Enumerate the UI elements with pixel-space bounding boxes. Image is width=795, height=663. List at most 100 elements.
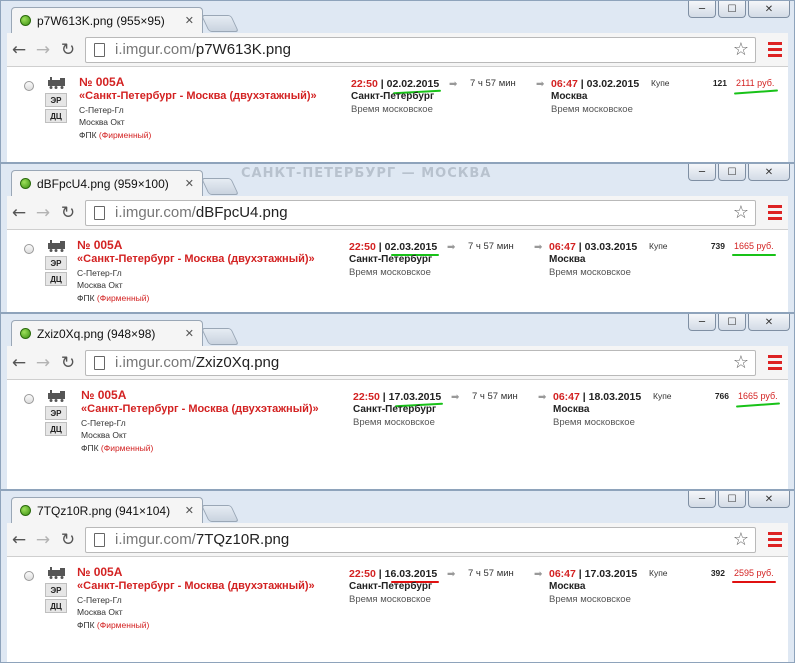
- tab-close-icon[interactable]: ✕: [185, 14, 194, 27]
- departure: 22:50 | 17.03.2015: [353, 391, 442, 403]
- new-tab-button[interactable]: [201, 178, 239, 195]
- departure-date: 02.03.2015: [384, 241, 438, 253]
- arrival-time-zone: Время московское: [553, 417, 635, 428]
- origin-station: С-Петер-Гл: [77, 268, 122, 278]
- url-text[interactable]: i.imgur.com/7TQz10R.png: [115, 531, 733, 548]
- menu-hamburger-icon[interactable]: [762, 205, 788, 220]
- close-button[interactable]: ✕: [748, 491, 790, 508]
- browser-toolbar: ← → ↻ i.imgur.com/7TQz10R.png ☆: [7, 523, 788, 557]
- select-train-radio[interactable]: [24, 81, 34, 91]
- ticket-price[interactable]: 1665 руб.: [738, 391, 778, 401]
- back-arrow-icon[interactable]: ←: [7, 530, 31, 550]
- origin-station: С-Петер-Гл: [79, 105, 124, 115]
- menu-hamburger-icon[interactable]: [762, 42, 788, 57]
- address-bar[interactable]: i.imgur.com/p7W613K.png ☆: [85, 36, 756, 63]
- bookmark-star-icon[interactable]: ☆: [733, 352, 749, 373]
- departure-time-zone: Время московское: [349, 594, 431, 605]
- departure-time-zone: Время московское: [353, 417, 435, 428]
- forward-arrow-icon[interactable]: →: [31, 530, 55, 550]
- maximize-button[interactable]: ☐: [718, 314, 746, 331]
- bookmark-star-icon[interactable]: ☆: [733, 529, 749, 550]
- arrival-date: 03.03.2015: [584, 241, 638, 253]
- page-icon: [94, 355, 105, 370]
- arrow-right-icon: ➡: [538, 392, 547, 403]
- locomotive-icon: [48, 390, 65, 402]
- departure: 22:50 | 02.03.2015: [349, 241, 438, 253]
- close-button[interactable]: ✕: [748, 314, 790, 331]
- arrival: 06:47 | 03.02.2015: [551, 78, 640, 90]
- forward-arrow-icon[interactable]: →: [31, 353, 55, 373]
- url-path: Zxiz0Xq.png: [195, 354, 280, 371]
- url-text[interactable]: i.imgur.com/Zxiz0Xq.png: [115, 354, 733, 371]
- minimize-button[interactable]: ─: [688, 164, 716, 181]
- address-bar[interactable]: i.imgur.com/7TQz10R.png ☆: [85, 526, 756, 553]
- arrival-time-zone: Время московское: [551, 104, 633, 115]
- tab-close-icon[interactable]: ✕: [185, 504, 194, 517]
- select-train-radio[interactable]: [24, 571, 34, 581]
- ticket-price[interactable]: 2111 руб.: [736, 78, 774, 88]
- reload-icon[interactable]: ↻: [55, 353, 81, 373]
- reload-icon[interactable]: ↻: [55, 203, 81, 223]
- new-tab-button[interactable]: [201, 505, 239, 522]
- arrival-city: Москва: [549, 581, 586, 592]
- back-arrow-icon[interactable]: ←: [7, 203, 31, 223]
- select-train-radio[interactable]: [24, 394, 34, 404]
- menu-hamburger-icon[interactable]: [762, 532, 788, 547]
- bookmark-star-icon[interactable]: ☆: [733, 202, 749, 223]
- url-text[interactable]: i.imgur.com/dBFpcU4.png: [115, 204, 733, 221]
- bookmark-star-icon[interactable]: ☆: [733, 39, 749, 60]
- maximize-button[interactable]: ☐: [718, 164, 746, 181]
- back-arrow-icon[interactable]: ←: [7, 353, 31, 373]
- select-train-radio[interactable]: [24, 244, 34, 254]
- browser-tab[interactable]: Zxiz0Xq.png (948×98) ✕: [11, 320, 203, 346]
- maximize-button[interactable]: ☐: [718, 1, 746, 18]
- browser-tab[interactable]: dBFpcU4.png (959×100) ✕: [11, 170, 203, 196]
- tab-close-icon[interactable]: ✕: [185, 177, 194, 190]
- address-bar[interactable]: i.imgur.com/dBFpcU4.png ☆: [85, 199, 756, 226]
- ticket-price[interactable]: 1665 руб.: [734, 241, 774, 251]
- close-button[interactable]: ✕: [748, 164, 790, 181]
- minimize-button[interactable]: ─: [688, 1, 716, 18]
- arrow-right-icon: ➡: [534, 569, 543, 580]
- maximize-button[interactable]: ☐: [718, 491, 746, 508]
- browser-tab[interactable]: p7W613K.png (955×95) ✕: [11, 7, 203, 33]
- menu-hamburger-icon[interactable]: [762, 355, 788, 370]
- new-tab-button[interactable]: [201, 328, 239, 345]
- departure-city: Санкт-Петербург: [349, 581, 433, 592]
- new-tab-button[interactable]: [201, 15, 239, 32]
- train-number[interactable]: № 005А: [77, 565, 122, 579]
- price-highlight-mark: [733, 89, 779, 95]
- url-host: i.imgur.com/: [115, 41, 196, 58]
- forward-arrow-icon[interactable]: →: [31, 40, 55, 60]
- back-arrow-icon[interactable]: ←: [7, 40, 31, 60]
- train-number[interactable]: № 005А: [77, 238, 122, 252]
- browser-tab[interactable]: 7TQz10R.png (941×104) ✕: [11, 497, 203, 523]
- arrow-right-icon: ➡: [536, 79, 545, 90]
- url-text[interactable]: i.imgur.com/p7W613K.png: [115, 41, 733, 58]
- arrow-right-icon: ➡: [447, 242, 456, 253]
- train-number[interactable]: № 005А: [81, 388, 126, 402]
- browser-window: САНКТ-ПЕТЕРБУРГ — МОСКВА ─ ☐ ✕ 7TQz10R.p…: [0, 490, 795, 663]
- arrival-date: 17.03.2015: [584, 568, 638, 580]
- electronic-registration-badge: ЭР: [45, 406, 67, 420]
- arrival-time-zone: Время московское: [549, 594, 631, 605]
- electronic-registration-badge: ЭР: [45, 583, 67, 597]
- window-controls: ─ ☐ ✕: [688, 491, 790, 509]
- carrier: ФПК (Фирменный): [77, 620, 149, 630]
- arrival: 06:47 | 17.03.2015: [549, 568, 638, 580]
- window-controls: ─ ☐ ✕: [688, 314, 790, 332]
- minimize-button[interactable]: ─: [688, 491, 716, 508]
- electronic-registration-badge: ЭР: [45, 256, 67, 270]
- departure: 22:50 | 02.02.2015: [351, 78, 440, 90]
- reload-icon[interactable]: ↻: [55, 40, 81, 60]
- train-number[interactable]: № 005А: [79, 75, 124, 89]
- ticket-price[interactable]: 2595 руб.: [734, 568, 774, 578]
- close-button[interactable]: ✕: [748, 1, 790, 18]
- reload-icon[interactable]: ↻: [55, 530, 81, 550]
- tab-close-icon[interactable]: ✕: [185, 327, 194, 340]
- forward-arrow-icon[interactable]: →: [31, 203, 55, 223]
- address-bar[interactable]: i.imgur.com/Zxiz0Xq.png ☆: [85, 349, 756, 376]
- minimize-button[interactable]: ─: [688, 314, 716, 331]
- locomotive-icon: [48, 77, 65, 89]
- tab-title: p7W613K.png (955×95): [37, 13, 165, 28]
